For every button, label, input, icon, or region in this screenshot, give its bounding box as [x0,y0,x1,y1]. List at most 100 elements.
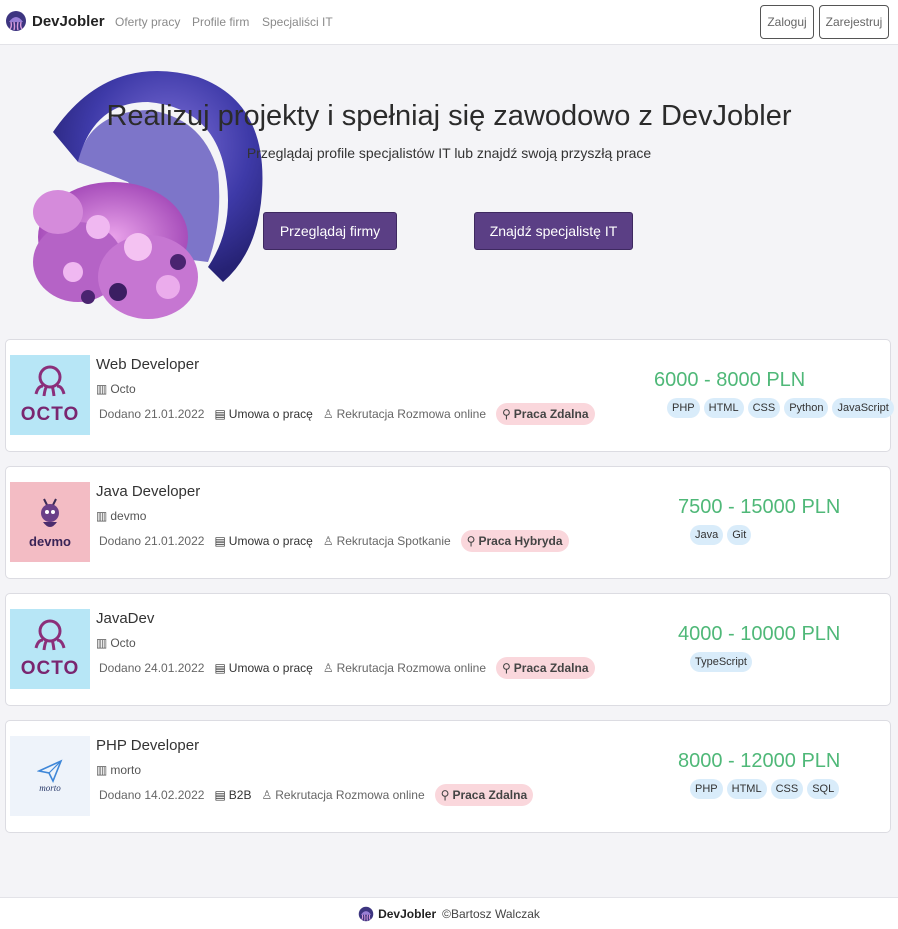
job-meta: Dodano 24.01.2022 ▤ Umowa o pracę ♙ Rekrut… [99,657,595,679]
job-meta: Dodano 14.02.2022 ▤ B2B ♙ Rekrutacja Rozmo… [99,784,534,806]
nav-link-it-specialists[interactable]: Specjaliści IT [262,15,333,29]
hero-subtitle: Przeglądaj profile specjalistów IT lub z… [246,145,652,161]
login-button[interactable]: Zaloguj [760,5,814,39]
job-meta: Dodano 21.01.2022 ▤ Umowa o pracę ♙ Rekrut… [99,530,569,552]
octopus-logo-icon [34,365,66,397]
recruitment-type: ♙ Rekrutacja Rozmowa online [323,661,486,675]
salary: 8000 - 12000 PLN [678,750,841,772]
hero-title: Realizuj projekty i spełniaj się zawodow… [106,100,792,132]
work-mode-badge: ⚲ Praca Zdalna [496,657,595,679]
location-pin-icon: ⚲ [502,661,511,675]
date-added: Dodano 21.01.2022 [99,407,205,421]
job-card[interactable]: OCTO JavaDev ▥ Octo Dodano 24.01.2022 ▤ Um… [5,593,891,706]
company-logo: morto [10,736,90,816]
browse-companies-button[interactable]: Przeglądaj firmy [263,212,397,250]
tech-tags: PHP HTML CSS Python JavaScript [667,398,898,418]
paper-plane-logo-icon [37,759,63,783]
job-company: ▥ devmo [96,509,146,523]
tech-tag: PHP [690,779,723,799]
building-icon: ▥ [96,382,108,396]
navbar: DevJobler Oferty pracy Profile firm Spec… [0,0,898,45]
brand-link[interactable]: DevJobler [5,10,105,32]
find-specialist-button[interactable]: Znajdź specjalistę IT [474,212,633,250]
jellyfish-logo-icon [6,11,26,31]
job-card[interactable]: morto PHP Developer ▥ morto Dodano 14.02.… [5,720,891,833]
contract-label: Umowa o pracę [228,661,313,675]
logo-text: OCTO [20,658,80,679]
tech-tag: PHP [667,398,700,418]
date-added: Dodano 14.02.2022 [99,788,205,802]
tech-tag: Python [784,398,829,418]
tech-tag: HTML [703,398,744,418]
tech-tag: CSS [747,398,781,418]
robot-logo-icon [41,498,59,527]
octopus-logo-icon [34,619,66,651]
jellyfish-logo-icon [358,906,374,921]
tech-tag: CSS [770,779,804,799]
recruitment-label: Rekrutacja Rozmowa online [275,788,425,802]
job-card[interactable]: devmo Java Developer ▥ devmo Dodano 21.01… [5,466,891,579]
location-pin-icon: ⚲ [502,407,511,421]
contract-type: ▤ Umowa o pracę [214,534,312,548]
contract-label: Umowa o pracę [228,534,313,548]
person-icon: ♙ [322,407,334,421]
brand-name: DevJobler [32,12,105,30]
company-name: Octo [110,382,136,396]
building-icon: ▥ [96,763,108,777]
document-icon: ▤ [214,534,226,548]
footer-copyright: ©Bartosz Walczak [442,906,540,921]
job-title[interactable]: PHP Developer [96,737,199,754]
work-mode-label: Praca Zdalna [513,661,589,675]
tech-tag: JavaScript [832,398,894,418]
nav-link-job-offers[interactable]: Oferty pracy [115,15,180,29]
building-icon: ▥ [96,509,108,523]
salary: 7500 - 15000 PLN [678,496,841,518]
salary: 6000 - 8000 PLN [654,369,806,391]
recruitment-label: Rekrutacja Rozmowa online [336,407,486,421]
tech-tag: Java [690,525,724,545]
person-icon: ♙ [322,534,334,548]
contract-label: Umowa o pracę [228,407,313,421]
job-card[interactable]: OCTO Web Developer ▥ Octo Dodano 21.01.20… [5,339,894,452]
tech-tag: SQL [807,779,840,799]
contract-type: ▤ Umowa o pracę [214,407,312,421]
tech-tags: Java Git [690,525,755,545]
register-button[interactable]: Zarejestruj [819,5,889,39]
job-title[interactable]: Java Developer [96,483,200,500]
footer-brand: DevJobler [378,906,437,921]
date-added: Dodano 24.01.2022 [99,661,205,675]
work-mode-label: Praca Hybryda [478,534,563,548]
recruitment-label: Rekrutacja Rozmowa online [336,661,486,675]
company-name: Octo [110,636,136,650]
person-icon: ♙ [261,788,273,802]
work-mode-badge: ⚲ Praca Zdalna [496,403,595,425]
logo-text: morto [39,783,61,793]
recruitment-type: ♙ Rekrutacja Spotkanie [323,534,451,548]
contract-type: ▤ Umowa o pracę [214,661,312,675]
contract-type: ▤ B2B [214,788,251,802]
person-icon: ♙ [322,661,334,675]
job-company: ▥ Octo [96,636,136,650]
job-title[interactable]: Web Developer [96,356,199,373]
contract-label: B2B [228,788,252,802]
document-icon: ▤ [214,661,226,675]
building-icon: ▥ [96,636,108,650]
tech-tags: PHP HTML CSS SQL [690,779,843,799]
recruitment-label: Rekrutacja Spotkanie [336,534,451,548]
job-title[interactable]: JavaDev [96,610,154,627]
job-company: ▥ morto [96,763,141,777]
document-icon: ▤ [214,788,226,802]
logo-text: devmo [29,533,71,549]
recruitment-type: ♙ Rekrutacja Rozmowa online [261,788,424,802]
work-mode-label: Praca Zdalna [513,407,589,421]
company-name: morto [110,763,142,777]
document-icon: ▤ [214,407,226,421]
location-pin-icon: ⚲ [466,534,476,548]
work-mode-badge: ⚲ Praca Zdalna [434,784,534,806]
recruitment-type: ♙ Rekrutacja Rozmowa online [323,407,486,421]
salary: 4000 - 10000 PLN [678,623,841,645]
location-pin-icon: ⚲ [440,788,450,802]
company-logo: devmo [10,482,90,562]
tech-tag: HTML [726,779,767,799]
nav-link-company-profiles[interactable]: Profile firm [192,15,249,29]
